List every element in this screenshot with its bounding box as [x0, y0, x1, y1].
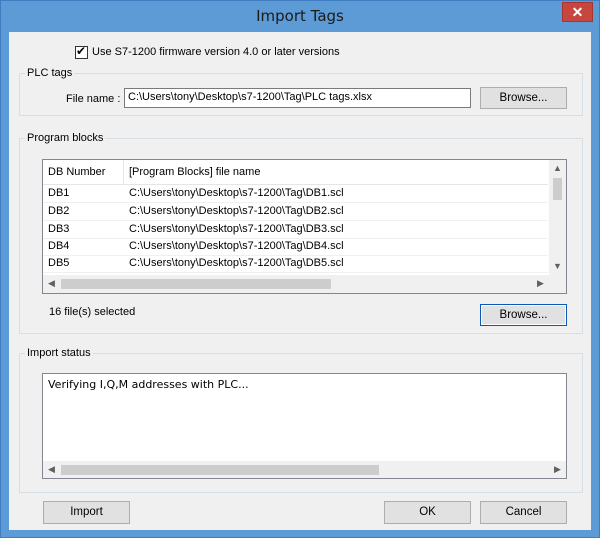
- status-scroll-right-icon[interactable]: ▶: [549, 461, 566, 478]
- list-vertical-scrollbar[interactable]: ▲ ▼: [549, 160, 566, 275]
- dialog-title: Import Tags: [256, 7, 344, 25]
- ok-button[interactable]: OK: [384, 501, 471, 524]
- scroll-up-icon[interactable]: ▲: [549, 160, 566, 177]
- program-blocks-list[interactable]: DB Number [Program Blocks] file name DB1…: [42, 159, 567, 294]
- status-horizontal-scrollbar[interactable]: ◀ ▶: [43, 461, 566, 478]
- plc-tags-group-label: PLC tags: [25, 67, 75, 79]
- scroll-corner: [549, 275, 566, 293]
- table-row[interactable]: DB1 C:\Users\tony\Desktop\s7-1200\Tag\DB…: [43, 185, 548, 203]
- import-status-text: Verifying I,Q,M addresses with PLC...: [48, 378, 249, 391]
- firmware-checkbox[interactable]: ✔: [75, 43, 88, 59]
- horizontal-scroll-thumb[interactable]: [61, 279, 331, 289]
- file-name-cell: C:\Users\tony\Desktop\s7-1200\Tag\DB5.sc…: [129, 257, 344, 269]
- plc-tags-browse-button[interactable]: Browse...: [480, 87, 567, 109]
- plc-tags-file-field[interactable]: C:\Users\tony\Desktop\s7-1200\Tag\PLC ta…: [124, 88, 471, 108]
- file-name-cell: C:\Users\tony\Desktop\s7-1200\Tag\DB2.sc…: [129, 205, 344, 217]
- vertical-scroll-thumb[interactable]: [553, 178, 562, 200]
- import-button[interactable]: Import: [43, 501, 130, 524]
- program-blocks-group-label: Program blocks: [25, 132, 106, 144]
- file-name-cell: C:\Users\tony\Desktop\s7-1200\Tag\DB4.sc…: [129, 240, 344, 252]
- firmware-checkbox-label: Use S7-1200 firmware version 4.0 or late…: [92, 46, 340, 58]
- close-button[interactable]: ✕: [562, 2, 593, 22]
- dialog-body: ✔ Use S7-1200 firmware version 4.0 or la…: [9, 32, 591, 530]
- scroll-down-icon[interactable]: ▼: [549, 258, 566, 275]
- scroll-right-icon[interactable]: ▶: [532, 275, 549, 293]
- file-name-cell: C:\Users\tony\Desktop\s7-1200\Tag\DB3.sc…: [129, 223, 344, 235]
- scroll-left-icon[interactable]: ◀: [43, 275, 60, 293]
- db-number-cell: DB4: [48, 240, 70, 252]
- program-blocks-browse-button[interactable]: Browse...: [480, 304, 567, 326]
- cancel-button[interactable]: Cancel: [480, 501, 567, 524]
- list-header: DB Number [Program Blocks] file name: [43, 160, 548, 185]
- firmware-option[interactable]: ✔ Use S7-1200 firmware version 4.0 or la…: [75, 43, 340, 59]
- column-header-db-number[interactable]: DB Number: [48, 166, 105, 178]
- status-horizontal-scroll-thumb[interactable]: [61, 465, 379, 475]
- db-number-cell: DB2: [48, 205, 70, 217]
- column-divider[interactable]: [123, 160, 124, 184]
- title-bar[interactable]: Import Tags ✕: [1, 1, 599, 31]
- import-status-box[interactable]: Verifying I,Q,M addresses with PLC... ◀ …: [42, 373, 567, 479]
- import-status-group-label: Import status: [25, 347, 93, 359]
- db-number-cell: DB3: [48, 223, 70, 235]
- close-icon: ✕: [571, 4, 584, 20]
- table-row[interactable]: DB4 C:\Users\tony\Desktop\s7-1200\Tag\DB…: [43, 238, 548, 256]
- files-selected-count: 16 file(s) selected: [49, 306, 136, 318]
- table-row[interactable]: DB3 C:\Users\tony\Desktop\s7-1200\Tag\DB…: [43, 221, 548, 239]
- file-name-cell: C:\Users\tony\Desktop\s7-1200\Tag\DB1.sc…: [129, 187, 344, 199]
- import-tags-dialog: Import Tags ✕ ✔ Use S7-1200 firmware ver…: [0, 0, 600, 538]
- table-row[interactable]: DB5 C:\Users\tony\Desktop\s7-1200\Tag\DB…: [43, 255, 548, 273]
- db-number-cell: DB1: [48, 187, 70, 199]
- status-scroll-left-icon[interactable]: ◀: [43, 461, 60, 478]
- column-header-file-name[interactable]: [Program Blocks] file name: [129, 166, 260, 178]
- list-horizontal-scrollbar[interactable]: ◀ ▶: [43, 275, 566, 293]
- file-name-label: File name :: [66, 93, 121, 105]
- check-icon: ✔: [76, 43, 87, 58]
- table-row[interactable]: DB2 C:\Users\tony\Desktop\s7-1200\Tag\DB…: [43, 203, 548, 221]
- db-number-cell: DB5: [48, 257, 70, 269]
